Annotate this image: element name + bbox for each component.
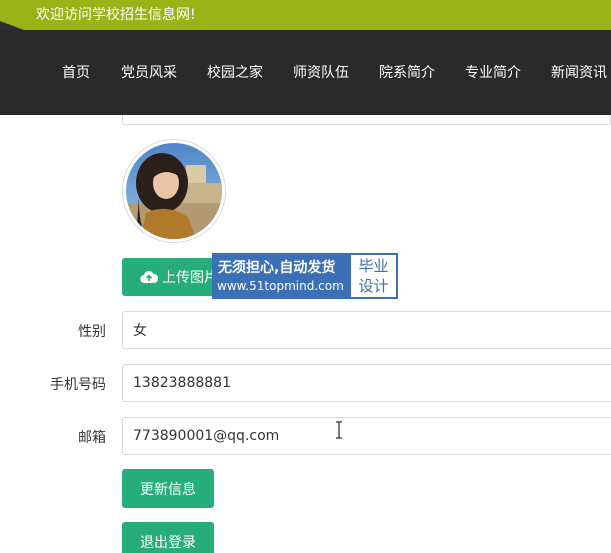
- nav-item-departments[interactable]: 院系简介: [379, 62, 435, 82]
- upload-image-label: 上传图片: [162, 270, 218, 286]
- watermark-url: www.51topmind.com: [217, 279, 344, 293]
- previous-field-edge: [122, 115, 611, 125]
- nav-item-news[interactable]: 新闻资讯: [551, 62, 607, 82]
- logout-label: 退出登录: [140, 535, 196, 551]
- avatar: [123, 140, 225, 242]
- phone-field[interactable]: 13823888881: [122, 364, 611, 402]
- phone-label: 手机号码: [50, 377, 106, 393]
- avatar-photo: [126, 143, 222, 239]
- update-info-button[interactable]: 更新信息: [122, 469, 214, 508]
- nav-item-campus[interactable]: 校园之家: [207, 62, 263, 82]
- watermark-main: 无须担心,自动发货 www.51topmind.com: [212, 253, 349, 299]
- nav-item-home[interactable]: 首页: [62, 62, 90, 82]
- logout-button[interactable]: 退出登录: [122, 522, 214, 553]
- text-cursor-icon: [336, 421, 342, 439]
- update-info-label: 更新信息: [140, 481, 196, 498]
- profile-form: 上传图片 无须担心,自动发货 www.51topmind.com 毕业 设计 性…: [0, 115, 611, 553]
- watermark-badge: 无须担心,自动发货 www.51topmind.com 毕业 设计: [212, 253, 398, 299]
- gender-label: 性别: [78, 324, 106, 340]
- watermark-line1: 无须担心,自动发货: [218, 260, 336, 276]
- upload-image-button[interactable]: 上传图片: [122, 258, 222, 296]
- watermark-tag-line1: 毕业: [358, 257, 389, 275]
- main-nav: 首页 党员风采 校园之家 师资队伍 院系简介 专业简介 新闻资讯: [0, 30, 611, 115]
- phone-value: 13823888881: [133, 375, 231, 391]
- nav-item-majors[interactable]: 专业简介: [465, 62, 521, 82]
- email-value: 773890001@qq.com: [133, 428, 280, 444]
- gender-value: 女: [133, 323, 147, 339]
- nav-item-party-members[interactable]: 党员风采: [121, 62, 177, 82]
- email-label: 邮箱: [78, 430, 106, 446]
- welcome-text: 欢迎访问学校招生信息网!: [36, 7, 196, 23]
- email-field[interactable]: 773890001@qq.com: [122, 417, 611, 455]
- watermark-tag-line2: 设计: [358, 277, 389, 295]
- watermark-tag: 毕业 设计: [349, 253, 398, 299]
- nav-item-faculty[interactable]: 师资队伍: [293, 62, 349, 82]
- cloud-upload-icon: [140, 270, 158, 284]
- gender-field[interactable]: 女: [122, 311, 611, 349]
- top-bar: 欢迎访问学校招生信息网!: [0, 0, 611, 30]
